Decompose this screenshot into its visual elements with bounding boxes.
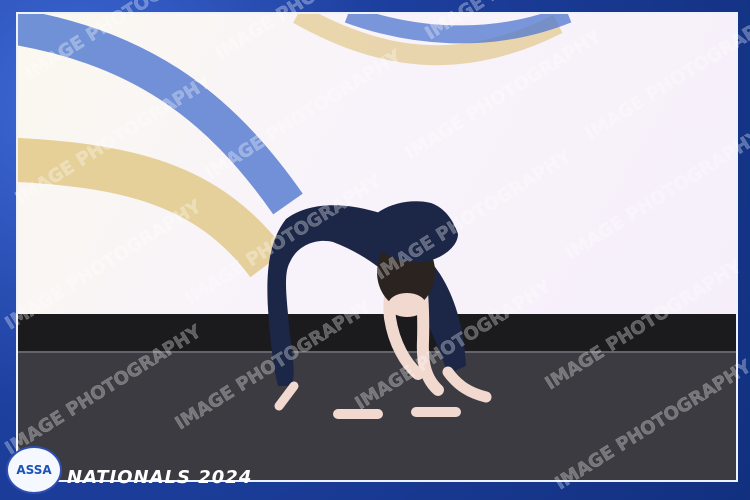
scene-art — [18, 14, 736, 480]
photo-frame: ASSA NATIONALS 2024 IMAGE PHOTOGRAPHY IM… — [0, 0, 750, 500]
photo-area — [16, 12, 738, 482]
event-title: NATIONALS 2024 — [67, 467, 253, 488]
assa-logo-badge: ASSA — [6, 446, 62, 494]
